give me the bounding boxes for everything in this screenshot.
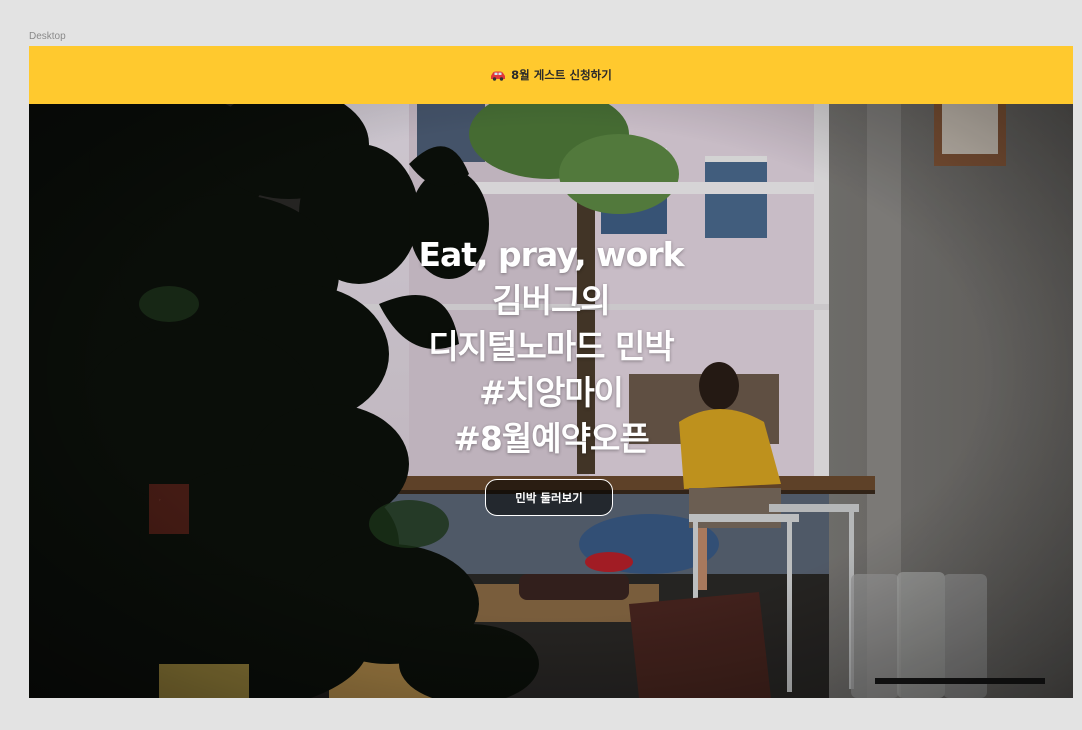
hero-line-3: 디지털노마드 민박 (428, 327, 674, 366)
banner-text: 8월 게스트 신청하기 (511, 68, 612, 82)
frame-label: Desktop (29, 31, 66, 42)
browse-guesthouse-button[interactable]: 민박 둘러보기 (485, 479, 613, 516)
hero-line-5: #8월예약오픈 (453, 419, 649, 458)
hero-line-1: Eat, pray, work (418, 235, 684, 274)
car-icon (491, 71, 506, 81)
desktop-frame: 8월 게스트 신청하기 Eat, pray, work 김버그의 디지털노마드 … (29, 46, 1073, 698)
hero-line-4: #치앙마이 (478, 373, 624, 412)
hero-headline: Eat, pray, work 김버그의 디지털노마드 민박 #치앙마이 #8월… (29, 232, 1073, 462)
hero-section: Eat, pray, work 김버그의 디지털노마드 민박 #치앙마이 #8월… (29, 104, 1073, 698)
hero-line-2: 김버그의 (492, 281, 610, 320)
guest-signup-banner[interactable]: 8월 게스트 신청하기 (29, 46, 1073, 104)
